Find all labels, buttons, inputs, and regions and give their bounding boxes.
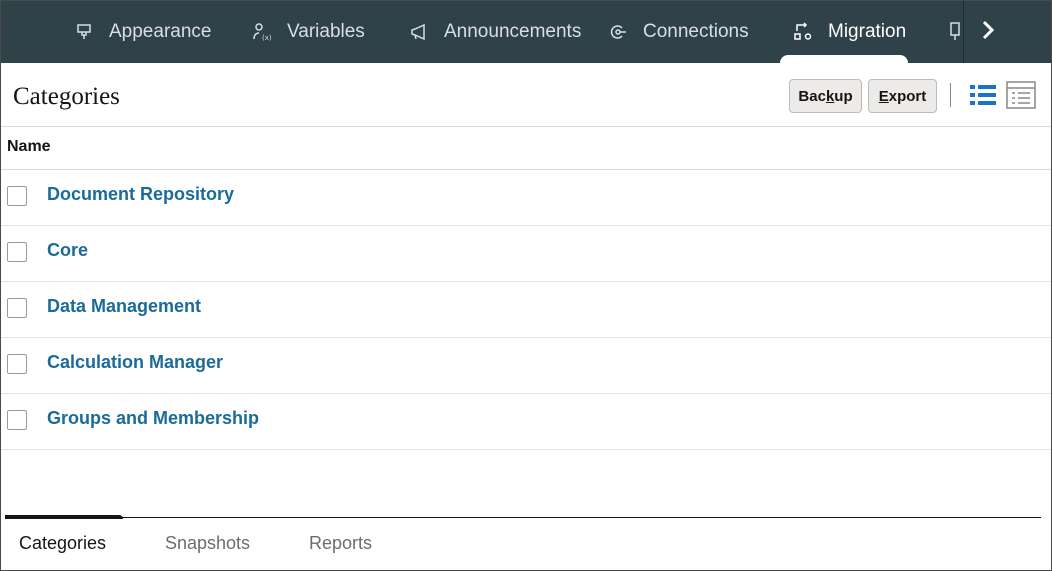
tab-label: Variables: [287, 21, 365, 42]
backup-label-pre: Bac: [798, 87, 826, 105]
table-row: Document Repository: [1, 170, 1051, 226]
category-link[interactable]: Data Management: [47, 296, 201, 317]
appearance-icon: [73, 21, 95, 43]
table-row: Core: [1, 226, 1051, 282]
page-title: Categories: [13, 83, 120, 110]
active-tab-indicator: [5, 515, 123, 519]
bottom-tab-categories[interactable]: Categories: [19, 533, 106, 554]
tab-label: Appearance: [109, 21, 212, 42]
tab-connections[interactable]: Connections: [607, 1, 749, 63]
overflow-tab-icon[interactable]: [949, 21, 963, 43]
detail-view-button[interactable]: [1006, 80, 1036, 114]
app-window: Appearance (x) Variables Announcements C…: [0, 0, 1052, 571]
category-link[interactable]: Core: [47, 240, 88, 261]
column-header-name[interactable]: Name: [7, 138, 51, 156]
row-checkbox[interactable]: [7, 354, 27, 374]
export-label-key: E: [878, 87, 889, 105]
bottom-tab-snapshots[interactable]: Snapshots: [165, 533, 250, 554]
category-link[interactable]: Groups and Membership: [47, 408, 259, 429]
export-label-post: xport: [888, 87, 927, 105]
row-checkbox[interactable]: [7, 242, 27, 262]
chevron-right-icon: [980, 19, 996, 46]
backup-label-key: k: [825, 87, 835, 105]
tab-label: Migration: [828, 21, 907, 42]
category-link[interactable]: Calculation Manager: [47, 352, 223, 373]
list-view-button[interactable]: [968, 82, 998, 112]
migration-icon: [792, 21, 814, 43]
tab-announcements[interactable]: Announcements: [408, 1, 581, 63]
top-nav-bar: Appearance (x) Variables Announcements C…: [1, 1, 1051, 63]
svg-text:(x): (x): [262, 34, 272, 42]
detail-view-icon: [1006, 80, 1036, 114]
tab-label: Connections: [643, 21, 749, 42]
list-view-icon: [970, 83, 996, 112]
backup-button[interactable]: Bac k up: [789, 79, 862, 113]
toolbar-divider: [950, 83, 951, 107]
table-row: Data Management: [1, 282, 1051, 338]
tab-migration[interactable]: Migration: [779, 1, 909, 63]
row-checkbox[interactable]: [7, 410, 27, 430]
connections-icon: [607, 21, 629, 43]
table-row: Calculation Manager: [1, 338, 1051, 394]
page-header: Categories Bac k up Export: [1, 63, 1051, 127]
row-checkbox[interactable]: [7, 298, 27, 318]
bottom-tab-reports[interactable]: Reports: [309, 533, 372, 554]
backup-label-post: up: [834, 87, 853, 105]
nav-next-button[interactable]: [963, 1, 1051, 63]
table-row: Groups and Membership: [1, 394, 1051, 450]
bottom-tabs-divider: [5, 517, 1041, 518]
column-header: Name: [1, 128, 1051, 170]
category-link[interactable]: Document Repository: [47, 184, 234, 205]
export-button[interactable]: Export: [868, 79, 937, 113]
variables-icon: (x): [251, 21, 273, 43]
tab-variables[interactable]: (x) Variables: [251, 1, 365, 63]
tab-appearance[interactable]: Appearance: [73, 1, 211, 63]
row-checkbox[interactable]: [7, 186, 27, 206]
tab-label: Announcements: [444, 21, 582, 42]
megaphone-icon: [408, 21, 430, 43]
